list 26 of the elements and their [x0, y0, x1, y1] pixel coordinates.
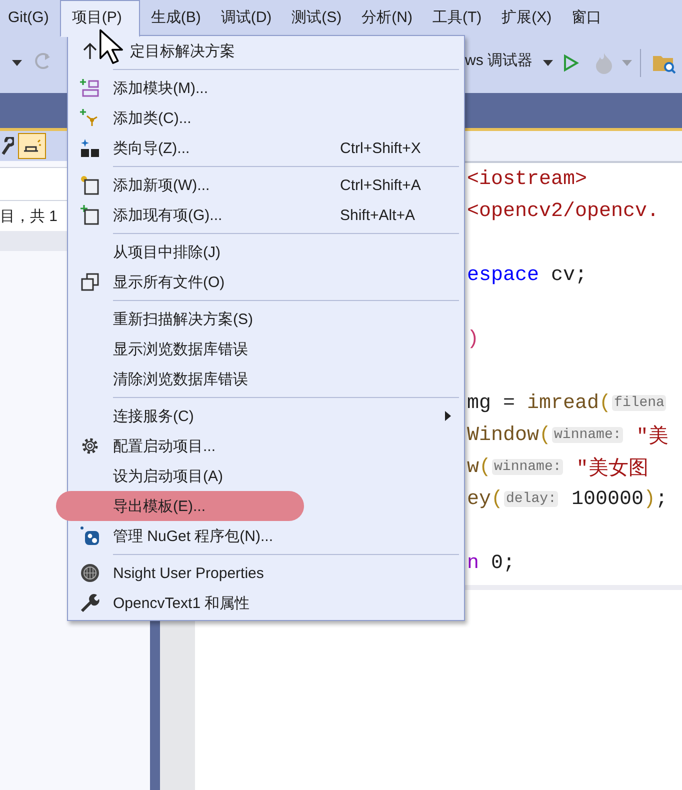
code-text: espace [467, 264, 540, 286]
parameter-hint: filena [612, 395, 666, 411]
parameter-hint: winname: [552, 427, 624, 443]
code-text: ( [491, 488, 504, 510]
code-text: n [467, 552, 480, 574]
parameter-hint: winname: [492, 459, 564, 475]
code-text: ; [655, 488, 668, 510]
code-text: ( [539, 424, 552, 446]
code-text: 100000 [570, 488, 644, 510]
code-text: ) [643, 488, 656, 510]
code-text: w [467, 456, 480, 478]
code-text: ey [467, 488, 492, 510]
status-text: 目，共 1 [0, 206, 58, 226]
code-text: ( [599, 392, 612, 414]
code-text: ″美 [635, 424, 668, 448]
parameter-hint: delay: [504, 491, 558, 507]
code-text: <opencv2/opencv. [467, 200, 660, 222]
code-text: mg = [467, 392, 516, 414]
code-text: ) [467, 328, 480, 350]
code-text: 0; [490, 552, 516, 574]
code-text: cv; [550, 264, 588, 286]
code-text: <iostream> [467, 168, 588, 190]
code-text: Window [467, 424, 540, 446]
code-text: ( [479, 456, 492, 478]
code-text: imread [527, 392, 600, 414]
code-text: ″美女图 [575, 456, 648, 480]
